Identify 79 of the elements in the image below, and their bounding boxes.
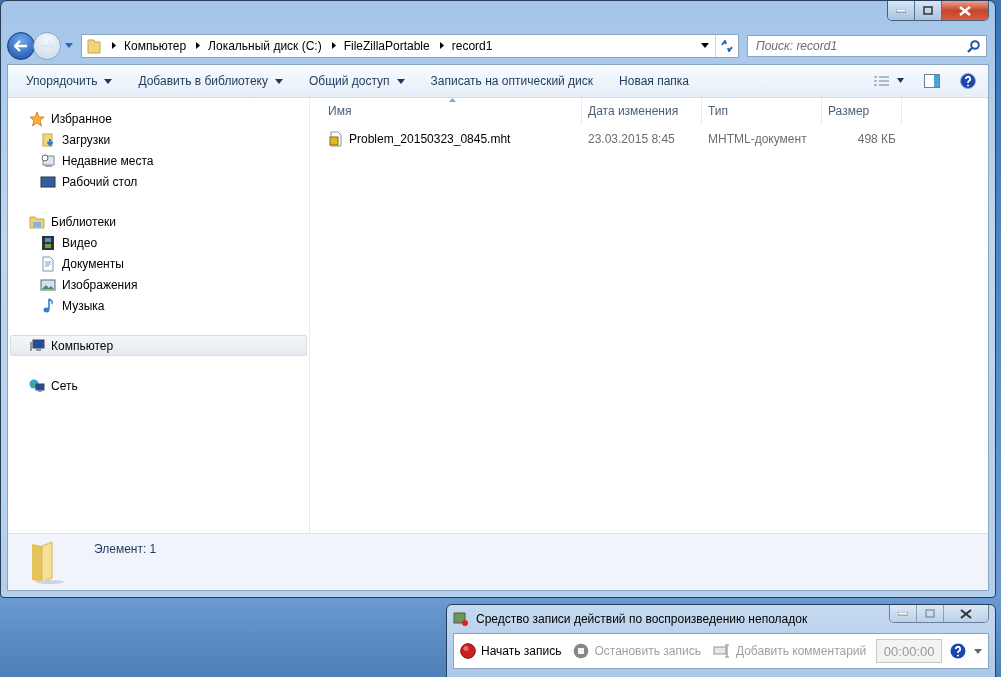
nav-item[interactable]: Музыка bbox=[10, 295, 307, 316]
close-icon bbox=[959, 5, 971, 16]
search-icon bbox=[967, 39, 980, 53]
recorder-app-icon bbox=[453, 611, 469, 627]
film-icon bbox=[40, 234, 56, 251]
recent-pages-caret-icon bbox=[65, 43, 73, 48]
caret-icon bbox=[104, 78, 113, 84]
nav-item[interactable]: Видео bbox=[10, 232, 307, 253]
library-folder-icon bbox=[29, 213, 45, 230]
preview-pane-icon[interactable] bbox=[924, 74, 940, 88]
nav-item[interactable]: Недавние места bbox=[10, 150, 307, 171]
minimize-icon bbox=[898, 611, 908, 616]
desktop-icon bbox=[40, 173, 56, 190]
column-header[interactable]: Имя bbox=[322, 98, 582, 124]
toolbar-button[interactable]: Общий доступ bbox=[298, 65, 415, 97]
view-options-icon[interactable] bbox=[874, 76, 904, 86]
network-icon bbox=[29, 377, 45, 394]
recorder-button[interactable]: Начать запись bbox=[458, 643, 564, 659]
caret-icon bbox=[396, 78, 405, 84]
star-icon bbox=[29, 110, 45, 127]
sort-arrow-icon bbox=[448, 98, 456, 102]
nav-item[interactable]: Загрузки bbox=[10, 129, 307, 150]
document-icon bbox=[40, 255, 56, 272]
caret-icon bbox=[974, 648, 982, 654]
breadcrumb[interactable]: Локальный диск (C:) bbox=[208, 38, 322, 53]
column-header[interactable]: Тип bbox=[702, 98, 822, 124]
chevron-icon bbox=[196, 42, 201, 49]
left-arrow-icon bbox=[14, 39, 28, 52]
breadcrumb[interactable]: FileZillaPortable bbox=[343, 38, 430, 53]
item-count: Элемент: 1 bbox=[94, 542, 157, 556]
nav-item[interactable]: Компьютер bbox=[10, 335, 307, 356]
refresh-icon bbox=[720, 39, 734, 52]
timer-display: 00:00:00 bbox=[876, 639, 943, 663]
recent-places-icon bbox=[40, 152, 56, 169]
nav-item[interactable]: Библиотеки bbox=[10, 211, 307, 232]
chevron-icon bbox=[112, 42, 116, 49]
help-icon[interactable] bbox=[950, 643, 967, 659]
nav-item[interactable]: Рабочий стол bbox=[10, 171, 307, 192]
folder-download-icon bbox=[40, 131, 56, 148]
stop-icon bbox=[573, 643, 590, 659]
toolbar-button[interactable]: Новая папка bbox=[609, 65, 700, 97]
folder-icon bbox=[86, 37, 102, 54]
minimize-icon bbox=[896, 8, 906, 13]
nav-item[interactable]: Сеть bbox=[10, 375, 307, 396]
breadcrumb[interactable]: record1 bbox=[451, 38, 493, 53]
close-button[interactable] bbox=[944, 605, 988, 622]
comment-icon bbox=[712, 643, 731, 659]
caret-icon bbox=[274, 78, 283, 84]
date-cell-text: 23.03.2015 8:45 bbox=[587, 132, 676, 146]
minimize-button[interactable] bbox=[888, 1, 915, 20]
toolbar-button[interactable]: Записать на оптический диск bbox=[420, 65, 604, 97]
nav-item[interactable]: Избранное bbox=[10, 108, 307, 129]
toolbar-button[interactable]: Добавить в библиотеку bbox=[128, 65, 293, 97]
close-button[interactable] bbox=[942, 1, 988, 20]
nav-item[interactable]: Документы bbox=[10, 253, 307, 274]
computer-icon bbox=[29, 337, 45, 354]
address-bar[interactable]: Компьютер Локальный диск (C:) FileZillaPortable record1 bbox=[81, 33, 739, 58]
column-header[interactable]: Дата изменения bbox=[582, 98, 702, 124]
mht-file-icon bbox=[328, 131, 344, 147]
maximize-icon bbox=[923, 6, 933, 15]
record-icon bbox=[460, 643, 476, 659]
toolbar-button[interactable]: Упорядочить bbox=[16, 65, 123, 97]
nav-item[interactable]: Изображения bbox=[10, 274, 307, 295]
size-cell-text: 498 КБ bbox=[856, 132, 897, 146]
chevron-icon bbox=[331, 42, 336, 49]
maximize-icon bbox=[925, 609, 935, 618]
chevron-icon bbox=[439, 42, 444, 49]
maximize-button[interactable] bbox=[915, 1, 942, 20]
file-name[interactable]: Problem_20150323_0845.mht bbox=[322, 131, 582, 147]
picture-icon bbox=[40, 276, 56, 293]
breadcrumb[interactable]: Компьютер bbox=[124, 38, 187, 53]
type-cell-text: MHTML-документ bbox=[707, 132, 808, 146]
search-field[interactable]: Поиск: record1 bbox=[747, 34, 987, 57]
back-button[interactable] bbox=[7, 31, 35, 60]
help-icon[interactable] bbox=[960, 73, 976, 89]
column-header[interactable]: Размер bbox=[822, 98, 902, 124]
caret-icon bbox=[701, 43, 709, 48]
close-icon bbox=[960, 608, 972, 619]
window-title: Средство записи действий по воспроизведению неполадок bbox=[476, 612, 809, 626]
